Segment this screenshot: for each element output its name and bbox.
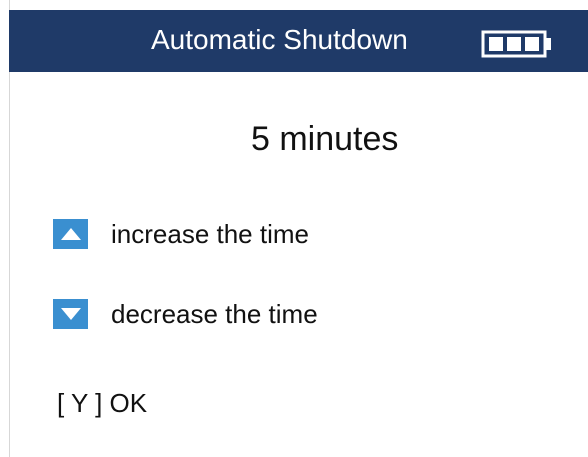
increase-time-option[interactable]: increase the time: [53, 216, 453, 252]
down-arrow-key-icon[interactable]: [53, 299, 88, 329]
screen-title: Automatic Shutdown: [151, 24, 408, 55]
increase-time-label: increase the time: [111, 218, 309, 249]
decrease-time-label: decrease the time: [111, 298, 318, 329]
title-bar: Automatic Shutdown: [9, 10, 588, 72]
decrease-time-option[interactable]: decrease the time: [53, 296, 453, 332]
up-arrow-key-icon[interactable]: [53, 219, 88, 249]
battery-full-icon: [481, 30, 551, 58]
shutdown-time-value: 5 minutes: [251, 120, 399, 158]
ok-confirm-button[interactable]: [ Y ] OK: [57, 388, 147, 419]
shutdown-screen: Automatic Shutdown 5 minutes increase th…: [0, 0, 588, 457]
